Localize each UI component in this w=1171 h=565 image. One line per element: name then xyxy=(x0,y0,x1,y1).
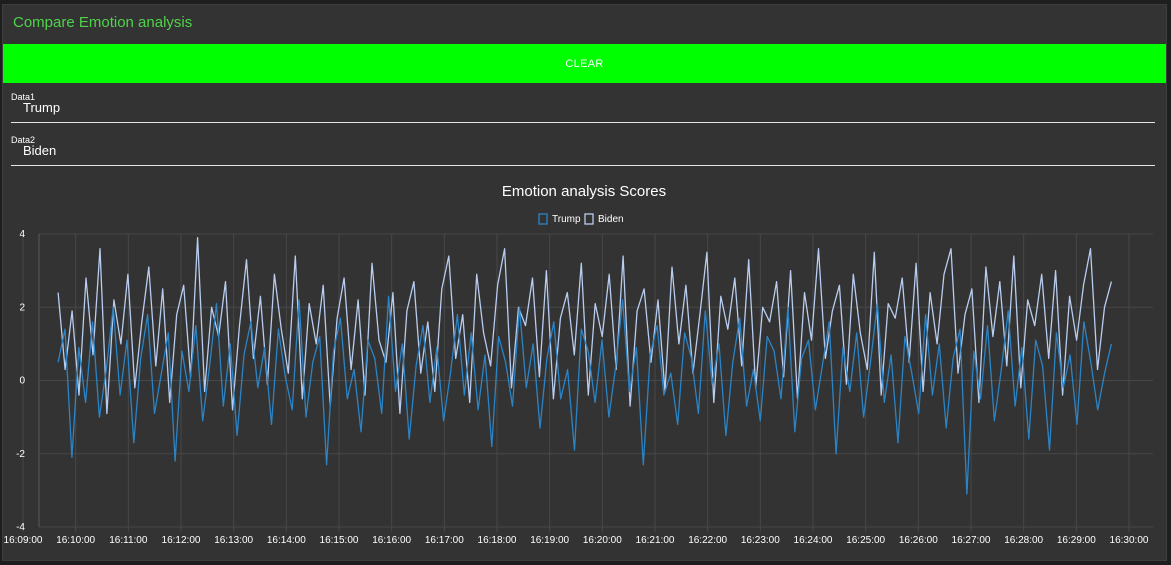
y-tick-label: -2 xyxy=(16,449,25,460)
x-tick-label: 16:29:00 xyxy=(1057,535,1096,546)
y-tick-label: 0 xyxy=(19,376,25,387)
x-tick-label: 16:26:00 xyxy=(899,535,938,546)
x-tick-label: 16:28:00 xyxy=(1004,535,1043,546)
x-axis: 16:09:00 16:10:00 16:11:00 16:12:00 16:13:00… xyxy=(4,535,1149,546)
x-tick-label: 16:11:00 xyxy=(109,535,148,546)
x-tick-label: 16:14:00 xyxy=(267,535,306,546)
x-tick-label: 16:21:00 xyxy=(636,535,675,546)
emotion-compare-panel: Compare Emotion analysis CLEAR Data1 Tru… xyxy=(2,4,1167,561)
x-tick-label: 16:22:00 xyxy=(688,535,727,546)
x-tick-label: 16:13:00 xyxy=(214,535,253,546)
chart-title: Emotion analysis Scores xyxy=(502,183,666,200)
x-tick-label: 16:10:00 xyxy=(56,535,95,546)
x-tick-label: 16:19:00 xyxy=(530,535,569,546)
x-tick-label: 16:23:00 xyxy=(741,535,780,546)
x-tick-label: 16:16:00 xyxy=(372,535,411,546)
x-tick-label: 16:20:00 xyxy=(583,535,622,546)
legend-swatch-trump[interactable] xyxy=(538,213,548,225)
y-axis: 4 2 0 -2 -4 xyxy=(16,229,25,533)
x-tick-label: 16:18:00 xyxy=(478,535,517,546)
x-tick-label: 16:30:00 xyxy=(1110,535,1149,546)
x-tick-label: 16:24:00 xyxy=(794,535,833,546)
x-tick-label: 16:15:00 xyxy=(320,535,359,546)
y-tick-label: -4 xyxy=(16,522,25,533)
chart-series xyxy=(57,237,1113,495)
x-tick-label: 16:25:00 xyxy=(846,535,885,546)
chart-legend[interactable]: Trump Biden xyxy=(538,213,624,225)
x-tick-label: 16:17:00 xyxy=(425,535,464,546)
series-line-biden xyxy=(57,237,1113,415)
legend-label-trump[interactable]: Trump xyxy=(552,214,581,225)
x-tick-label: 16:12:00 xyxy=(162,535,201,546)
y-tick-label: 4 xyxy=(19,229,25,240)
emotion-line-chart: Emotion analysis Scores 4 2 0 -2 -4 16:09:00… xyxy=(4,183,1153,546)
x-tick-label: 16:27:00 xyxy=(952,535,991,546)
y-tick-label: 2 xyxy=(19,302,25,313)
legend-label-biden[interactable]: Biden xyxy=(598,214,624,225)
x-tick-label: 16:09:00 xyxy=(4,535,43,546)
legend-swatch-biden[interactable] xyxy=(584,213,594,225)
